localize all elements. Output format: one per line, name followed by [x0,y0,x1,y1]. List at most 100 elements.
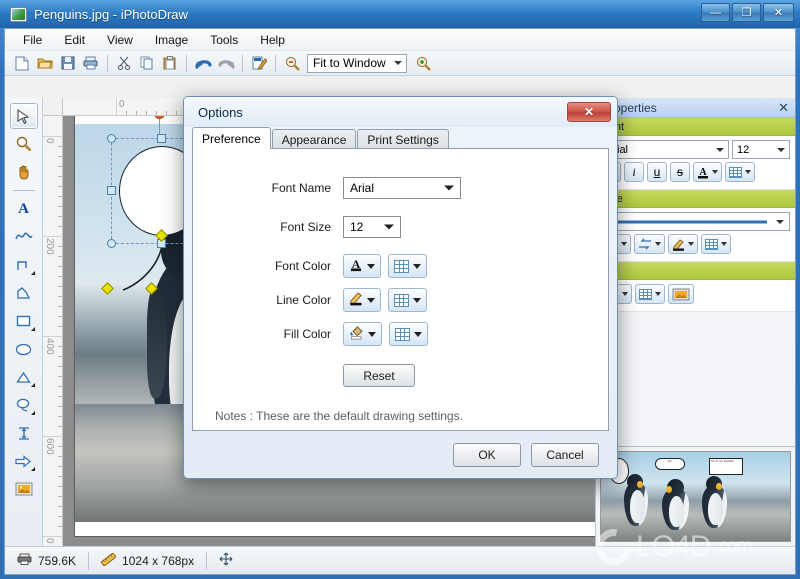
properties-group-line-header: Line [596,190,795,208]
triangle-tool[interactable] [10,364,38,390]
line-color-icon [349,291,363,309]
resize-handle-n[interactable] [157,134,166,143]
save-icon[interactable] [57,53,79,74]
ok-button[interactable]: OK [453,442,521,467]
color-palette-icon [395,327,410,341]
arrow-style-icon[interactable] [634,234,665,254]
ruler-v-label: 0 [44,538,55,544]
menu-image[interactable]: Image [145,30,198,50]
undo-icon[interactable] [192,53,214,74]
callout-tool[interactable] [10,392,38,418]
font-color-icon: A [349,257,363,275]
chevron-down-icon [367,297,375,303]
ruler-v-label: 200 [44,238,55,255]
font-size-label: Font Size [280,220,331,234]
tab-appearance[interactable]: Appearance [271,129,357,149]
image-tool[interactable] [10,476,38,502]
cancel-button[interactable]: Cancel [531,442,599,467]
open-icon[interactable] [34,53,56,74]
menu-view[interactable]: View [97,30,143,50]
dimensions-value: 1024 x 768px [122,553,195,568]
cut-icon[interactable] [113,53,135,74]
toolbar-separator [107,54,108,72]
ruler-v-label: 400 [44,338,55,355]
font-name-combobox[interactable]: Arial [601,140,729,159]
reset-button[interactable]: Reset [343,364,415,387]
resize-handle-w[interactable] [107,186,116,195]
properties-group-fill-header: Fill [596,262,795,280]
color-palette-icon [394,293,409,307]
line-color-icon[interactable] [668,234,698,254]
zoom-out-icon[interactable] [281,53,303,74]
properties-group-font-header: Font [596,118,795,136]
dialog-close-button[interactable]: ✕ [567,102,611,122]
minimize-button[interactable]: — [701,3,730,22]
tab-preference[interactable]: Preference [192,127,271,149]
paste-icon[interactable] [159,53,181,74]
font-color-button[interactable]: A [343,254,381,278]
print-icon[interactable] [80,53,102,74]
italic-button[interactable]: i [624,162,644,182]
menu-help[interactable]: Help [250,30,295,50]
chevron-down-icon [621,242,627,246]
ruler-v-label: 600 [44,438,55,455]
menu-edit[interactable]: Edit [54,30,95,50]
line-style-preview[interactable] [601,212,790,231]
maximize-button[interactable]: ❐ [732,3,761,22]
text-tool[interactable]: A [10,196,38,222]
navigator-panel[interactable]: Hi ! I'm in my friends! [595,446,795,546]
font-name-combobox[interactable]: Arial [343,177,461,199]
fill-color-palette-button[interactable] [389,322,428,346]
zoom-tool[interactable] [10,131,38,157]
color-palette-icon[interactable] [635,284,665,304]
color-palette-icon[interactable] [701,234,731,254]
chevron-down-icon [712,170,718,174]
status-position [207,547,245,574]
polygon-tool[interactable] [10,280,38,306]
font-size-combobox[interactable]: 12 [343,216,401,238]
font-size-combobox[interactable]: 12 [732,140,790,159]
dialog-title: Options [198,104,243,120]
properties-close-glyph[interactable]: ✕ [778,100,789,116]
submenu-arrow-icon [30,467,35,471]
resize-handle-nw[interactable] [107,134,116,143]
rotate-handle[interactable] [154,116,165,119]
line-color-button[interactable] [343,288,381,312]
properties-group-fill-body [596,280,795,312]
font-color-icon[interactable]: A [693,162,722,182]
pan-hand-tool[interactable] [10,159,38,185]
ellipse-tool[interactable] [10,336,38,362]
select-tool[interactable] [9,103,38,129]
rectangle-tool[interactable] [10,308,38,334]
close-button[interactable]: ✕ [763,3,794,22]
font-name-value: Arial [350,181,375,195]
curve-tool[interactable] [10,224,38,250]
properties-group-font-body: Arial 12 B i u s A [596,136,795,190]
toolbar-separator [242,54,243,72]
chevron-down-icon [368,331,376,337]
image-fill-icon[interactable] [668,284,694,304]
fill-color-button[interactable] [343,322,382,346]
line-color-palette-button[interactable] [388,288,427,312]
redo-icon[interactable] [215,53,237,74]
arrow-tool[interactable] [10,448,38,474]
menu-file[interactable]: File [13,30,52,50]
tab-print-settings[interactable]: Print Settings [357,129,449,149]
menu-tools[interactable]: Tools [200,30,248,50]
strikethrough-button[interactable]: s [670,162,690,182]
dimension-tool[interactable] [10,420,38,446]
underline-button[interactable]: u [647,162,667,182]
new-icon[interactable] [11,53,33,74]
edit-icon[interactable] [248,53,270,74]
copy-icon[interactable] [136,53,158,74]
font-size-value: 12 [350,220,364,234]
properties-group-line-body [596,208,795,262]
color-palette-icon[interactable] [725,162,755,182]
zoom-level-combobox[interactable]: Fit to Window [307,53,407,73]
line-tool[interactable] [10,252,38,278]
resize-handle-sw[interactable] [107,239,116,248]
font-color-palette-button[interactable] [388,254,427,278]
navigator-thumbnail: Hi ! I'm in my friends! [600,451,791,542]
fill-bucket-icon [349,325,364,343]
zoom-in-icon[interactable] [412,53,434,74]
